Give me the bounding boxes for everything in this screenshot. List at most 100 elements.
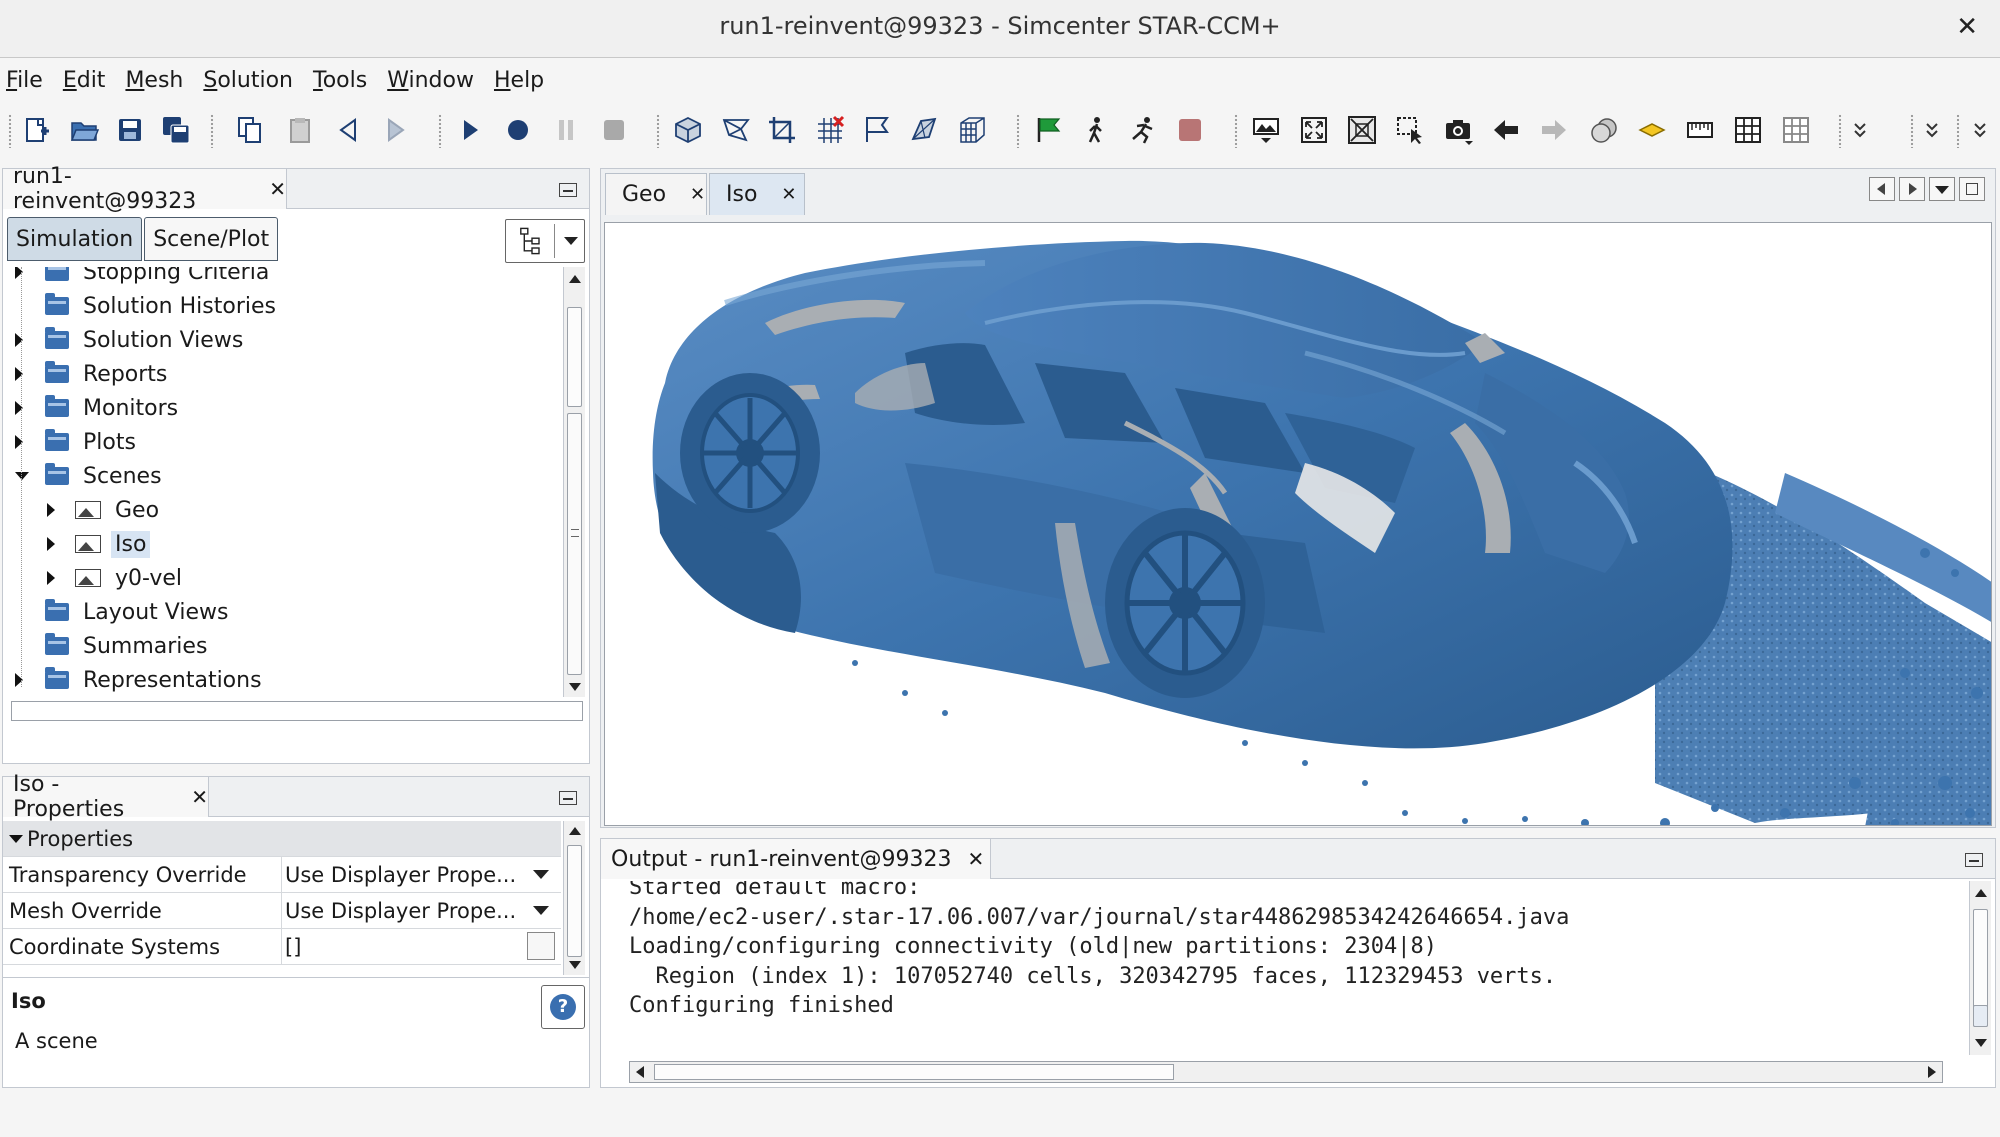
menu-solution[interactable]: Solution [203, 68, 293, 93]
toolbar-grip[interactable] [1234, 114, 1238, 148]
tab-iso-properties[interactable]: Iso - Properties ✕ [3, 772, 209, 822]
surface-button[interactable] [906, 112, 942, 148]
initialize-button[interactable] [1030, 112, 1066, 148]
menu-help[interactable]: Help [494, 68, 544, 93]
output-vertical-scrollbar[interactable] [1969, 881, 1991, 1055]
ruler-button[interactable] [1682, 112, 1718, 148]
close-tab-button[interactable]: ✕ [269, 177, 286, 201]
output-horizontal-scrollbar[interactable] [629, 1061, 1943, 1083]
expand-icon[interactable] [47, 537, 55, 551]
tree-item-layout-views[interactable]: Layout Views [45, 595, 232, 629]
tree-item-reports[interactable]: Reports [15, 357, 171, 391]
tab-simulation[interactable]: Simulation [7, 217, 143, 261]
step-button[interactable] [500, 112, 536, 148]
toolbar-overflow-button[interactable] [1842, 112, 1878, 148]
chevron-down-icon[interactable] [533, 906, 549, 915]
scroll-thumb[interactable] [567, 845, 582, 957]
tree-vertical-scrollbar[interactable] [563, 267, 585, 697]
scroll-tabs-right-button[interactable] [1899, 177, 1925, 201]
collapse-icon[interactable] [9, 835, 23, 843]
previous-view-button[interactable] [1488, 112, 1524, 148]
scroll-thumb[interactable] [1973, 1005, 1988, 1027]
tab-scene-iso[interactable]: Iso ✕ [709, 173, 805, 215]
crop-mesh-button[interactable] [764, 112, 800, 148]
paste-button[interactable] [282, 112, 318, 148]
select-button[interactable] [1392, 112, 1428, 148]
walk-button[interactable] [1078, 112, 1114, 148]
minimize-button[interactable] [559, 791, 577, 805]
property-row-coordinate-systems[interactable]: Coordinate Systems [] [3, 929, 561, 965]
scroll-down-icon[interactable] [1975, 1039, 1987, 1047]
save-button[interactable] [112, 112, 148, 148]
menu-window[interactable]: Window [387, 68, 474, 93]
tree-item-representations[interactable]: Representations [15, 663, 266, 697]
toolbar-grip[interactable] [1016, 114, 1020, 148]
toolbar-grip[interactable] [656, 114, 660, 148]
help-button[interactable]: ? [541, 985, 585, 1029]
tab-output[interactable]: Output - run1-reinvent@99323 ✕ [601, 839, 991, 879]
scroll-down-icon[interactable] [569, 961, 581, 969]
output-console[interactable]: Started default macro: /home/ec2-user/.st… [601, 881, 1967, 1059]
tree-view-options-button[interactable] [505, 219, 585, 263]
expand-icon[interactable] [47, 571, 55, 585]
flag-button[interactable] [858, 112, 894, 148]
tab-scene-plot[interactable]: Scene/Plot [144, 217, 279, 261]
grid-button[interactable] [1778, 112, 1814, 148]
run-fast-button[interactable] [1124, 112, 1160, 148]
run-button[interactable] [452, 112, 488, 148]
close-tab-button[interactable]: ✕ [781, 184, 796, 205]
ellipsis-button[interactable] [527, 932, 555, 960]
volume-mesh-button[interactable] [954, 112, 990, 148]
zoom-extents-button[interactable] [1344, 112, 1380, 148]
tree-item-scenes[interactable]: Scenes [15, 459, 166, 493]
tree-item-y0-vel[interactable]: y0-vel [47, 561, 186, 595]
stop-button[interactable] [596, 112, 632, 148]
next-view-button[interactable] [1536, 112, 1572, 148]
mesh-button[interactable] [718, 112, 754, 148]
tree-item-geo[interactable]: Geo [47, 493, 163, 527]
minimize-button[interactable] [559, 183, 577, 197]
step-forward-button[interactable] [378, 112, 414, 148]
menu-edit[interactable]: Edit [63, 68, 106, 93]
table-button[interactable] [1730, 112, 1766, 148]
toolbar-grip[interactable] [8, 114, 12, 148]
collapse-icon[interactable] [15, 472, 29, 480]
tab-list-button[interactable] [1929, 177, 1955, 201]
scroll-thumb[interactable] [567, 307, 582, 407]
shade-button[interactable] [1586, 112, 1622, 148]
properties-section-header[interactable]: Properties [3, 821, 561, 857]
scroll-up-icon[interactable] [569, 827, 581, 835]
tree-item-plots[interactable]: Plots [15, 425, 140, 459]
abort-button[interactable] [1172, 112, 1208, 148]
new-simulation-button[interactable] [18, 112, 54, 148]
step-back-button[interactable] [330, 112, 366, 148]
pause-button[interactable] [548, 112, 584, 148]
tab-scene-geo[interactable]: Geo ✕ [605, 173, 707, 215]
property-row-mesh-override[interactable]: Mesh Override Use Displayer Prope... [3, 893, 561, 929]
scene-viewport[interactable] [604, 222, 1992, 826]
property-row-transparency-override[interactable]: Transparency Override Use Displayer Prope… [3, 857, 561, 893]
scroll-left-icon[interactable] [636, 1066, 644, 1078]
new-scene-button[interactable] [1248, 112, 1284, 148]
open-button[interactable] [66, 112, 102, 148]
tree-item-iso[interactable]: Iso [47, 527, 151, 561]
fit-view-button[interactable] [1296, 112, 1332, 148]
tree-item-stopping-criteria[interactable]: Stopping Criteria [15, 267, 273, 289]
tree-item-solution-histories[interactable]: Solution Histories [45, 289, 280, 323]
clear-mesh-button[interactable] [812, 112, 848, 148]
menu-file[interactable]: File [6, 68, 43, 93]
scroll-down-icon[interactable] [569, 683, 581, 691]
expand-icon[interactable] [47, 503, 55, 517]
close-tab-button[interactable]: ✕ [690, 184, 705, 205]
property-value[interactable]: [] [285, 935, 301, 959]
save-as-button[interactable] [158, 112, 194, 148]
copy-button[interactable] [232, 112, 268, 148]
tree-item-summaries[interactable]: Summaries [45, 629, 211, 663]
tree-item-monitors[interactable]: Monitors [15, 391, 182, 425]
tree-item-solution-views[interactable]: Solution Views [15, 323, 247, 357]
tree-horizontal-scrollbar[interactable] [11, 701, 583, 721]
scroll-thumb[interactable] [654, 1064, 1174, 1080]
close-tab-button[interactable]: ✕ [967, 847, 984, 871]
plane-section-button[interactable] [1634, 112, 1670, 148]
scroll-right-icon[interactable] [1928, 1066, 1936, 1078]
